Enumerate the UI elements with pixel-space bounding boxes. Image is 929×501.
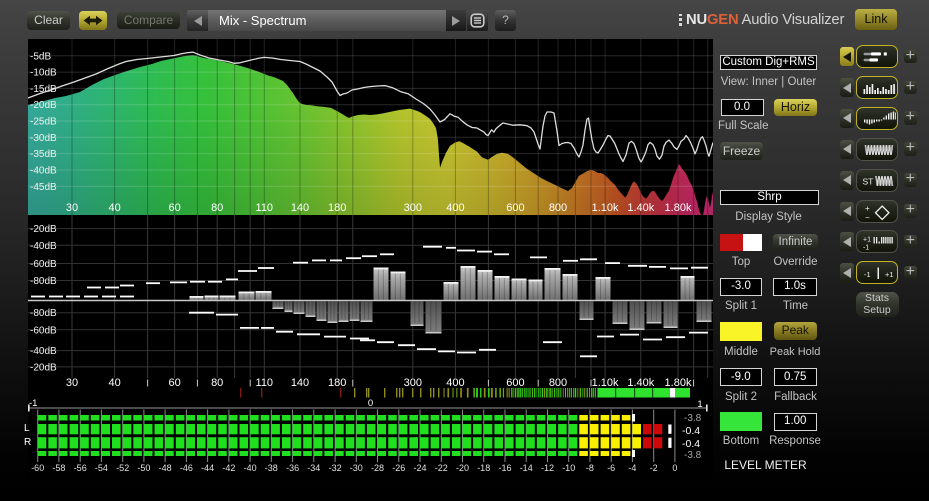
svg-text:-16: -16 <box>498 463 511 473</box>
svg-text:110: 110 <box>256 377 274 389</box>
svg-text:-15dB: -15dB <box>30 84 57 95</box>
svg-text:-80dB: -80dB <box>30 276 57 287</box>
svg-text:-40dB: -40dB <box>30 166 57 177</box>
svg-text:-20dB: -20dB <box>30 100 57 111</box>
svg-text:800: 800 <box>549 202 567 214</box>
svg-text:-12: -12 <box>541 463 554 473</box>
svg-text:-28: -28 <box>371 463 384 473</box>
svg-text:300: 300 <box>404 202 422 214</box>
svg-text:-20dB: -20dB <box>30 224 57 235</box>
svg-text:1.80k: 1.80k <box>665 202 692 214</box>
svg-text:800: 800 <box>549 377 567 389</box>
svg-text:400: 400 <box>446 377 464 389</box>
svg-text:-52: -52 <box>116 463 129 473</box>
svg-text:0: 0 <box>368 398 373 409</box>
svg-text:40: 40 <box>108 202 120 214</box>
svg-text:-20dB: -20dB <box>30 362 57 373</box>
svg-text:60: 60 <box>168 377 180 389</box>
svg-text:-10: -10 <box>562 463 575 473</box>
svg-text:-60dB: -60dB <box>30 259 57 270</box>
svg-text:-36: -36 <box>286 463 299 473</box>
svg-text:-22: -22 <box>435 463 448 473</box>
svg-text:-14: -14 <box>520 463 533 473</box>
svg-text:-25dB: -25dB <box>30 117 57 128</box>
svg-text:140: 140 <box>291 202 309 214</box>
svg-text:-30dB: -30dB <box>30 133 57 144</box>
svg-text:−: − <box>865 213 870 222</box>
svg-text:-5dB: -5dB <box>30 51 51 62</box>
svg-text:-1: -1 <box>864 270 871 279</box>
svg-text:-20: -20 <box>456 463 469 473</box>
svg-text:-10dB: -10dB <box>30 68 57 79</box>
svg-text:-32: -32 <box>329 463 342 473</box>
svg-text:110: 110 <box>256 202 274 214</box>
svg-text:-6: -6 <box>607 463 615 473</box>
svg-text:-56: -56 <box>74 463 87 473</box>
svg-text:180: 180 <box>328 202 346 214</box>
svg-text:400: 400 <box>446 202 464 214</box>
svg-text:1.10k: 1.10k <box>592 377 619 389</box>
svg-text:-42: -42 <box>222 463 235 473</box>
svg-text:1.10k: 1.10k <box>592 202 619 214</box>
svg-text:30: 30 <box>66 202 78 214</box>
svg-text:-34: -34 <box>307 463 320 473</box>
svg-text:-26: -26 <box>392 463 405 473</box>
svg-text:-50: -50 <box>137 463 150 473</box>
svg-text:40: 40 <box>108 377 120 389</box>
svg-text:1.40k: 1.40k <box>627 377 654 389</box>
svg-text:-80dB: -80dB <box>30 308 57 319</box>
svg-text:-45dB: -45dB <box>30 182 57 193</box>
svg-text:-46: -46 <box>180 463 193 473</box>
svg-text:-60dB: -60dB <box>30 325 57 336</box>
svg-text:-38: -38 <box>265 463 278 473</box>
svg-text:+: + <box>865 204 870 213</box>
svg-text:80: 80 <box>211 202 223 214</box>
svg-text:-40: -40 <box>244 463 257 473</box>
svg-text:-60: -60 <box>31 463 44 473</box>
svg-text:-8: -8 <box>586 463 594 473</box>
svg-text:140: 140 <box>291 377 309 389</box>
svg-text:60: 60 <box>168 202 180 214</box>
svg-text:600: 600 <box>506 202 524 214</box>
svg-text:-40dB: -40dB <box>30 241 57 252</box>
svg-text:0: 0 <box>672 463 677 473</box>
svg-text:1.40k: 1.40k <box>627 202 654 214</box>
svg-text:-1: -1 <box>863 245 869 252</box>
svg-text:600: 600 <box>506 377 524 389</box>
svg-text:-48: -48 <box>159 463 172 473</box>
svg-text:-4: -4 <box>628 463 636 473</box>
svg-text:+1: +1 <box>885 270 894 279</box>
svg-text:-54: -54 <box>95 463 108 473</box>
svg-text:80: 80 <box>211 377 223 389</box>
svg-text:-1: -1 <box>29 398 37 409</box>
svg-text:30: 30 <box>66 377 78 389</box>
svg-text:-44: -44 <box>201 463 214 473</box>
svg-text:-2: -2 <box>650 463 658 473</box>
svg-text:-35dB: -35dB <box>30 149 57 160</box>
svg-text:+1: +1 <box>863 237 871 244</box>
svg-text:1.80k: 1.80k <box>665 377 692 389</box>
svg-text:-24: -24 <box>413 463 426 473</box>
svg-text:ST: ST <box>862 176 873 186</box>
svg-text:-40dB: -40dB <box>30 346 57 357</box>
svg-text:300: 300 <box>404 377 422 389</box>
svg-text:180: 180 <box>328 377 346 389</box>
svg-text:-30: -30 <box>350 463 363 473</box>
svg-text:-58: -58 <box>52 463 65 473</box>
svg-text:-18: -18 <box>477 463 490 473</box>
